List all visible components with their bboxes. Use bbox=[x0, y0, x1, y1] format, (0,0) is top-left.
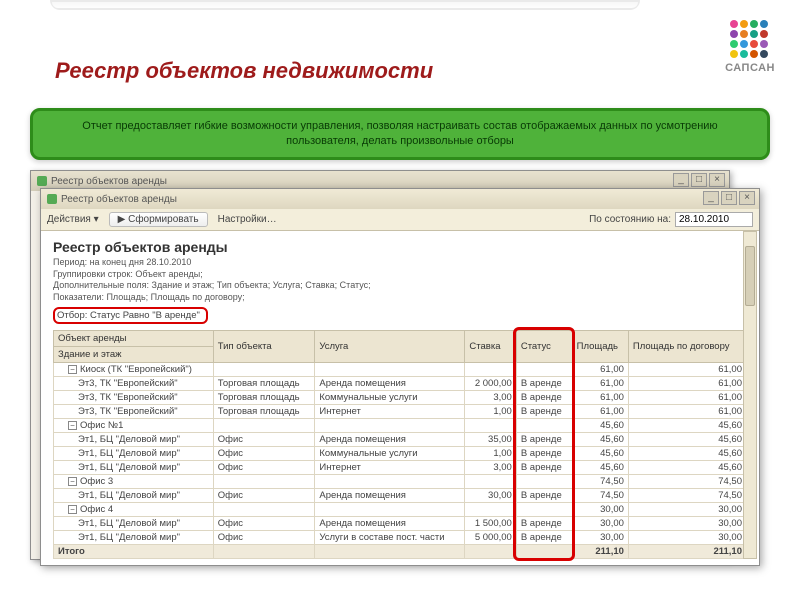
foreground-window: Реестр объектов аренды _ □ × Действия ▾ … bbox=[40, 188, 760, 566]
table-row[interactable]: Эт3, ТК "Европейский"Торговая площадьАре… bbox=[54, 376, 747, 390]
table-row[interactable]: −Офис 430,0030,00 bbox=[54, 502, 747, 516]
report-period: Период: на конец дня 28.10.2010 bbox=[53, 257, 747, 269]
maximize-button[interactable]: □ bbox=[721, 191, 737, 205]
filter-value: Статус Равно "В аренде" bbox=[90, 310, 200, 321]
filter-label: Отбор: bbox=[57, 310, 87, 321]
table-row[interactable]: −Офис 374,5074,50 bbox=[54, 474, 747, 488]
table-row[interactable]: Эт1, БЦ "Деловой мир"ОфисАренда помещени… bbox=[54, 488, 747, 502]
window-title: Реестр объектов аренды bbox=[61, 194, 177, 205]
table-row[interactable]: Итого211,10211,10 bbox=[54, 544, 747, 558]
tree-toggle[interactable]: − bbox=[68, 421, 77, 430]
generate-button-label: Сформировать bbox=[128, 214, 199, 225]
close-button[interactable]: × bbox=[709, 173, 725, 187]
actions-menu[interactable]: Действия ▾ bbox=[47, 214, 99, 225]
maximize-button[interactable]: □ bbox=[691, 173, 707, 187]
report-heading: Реестр объектов аренды bbox=[53, 239, 747, 255]
window-titlebar[interactable]: Реестр объектов аренды _ □ × bbox=[41, 189, 759, 209]
settings-menu[interactable]: Настройки… bbox=[218, 214, 277, 225]
report-grouping: Группировки строк: Объект аренды; bbox=[53, 269, 747, 281]
toolbar: Действия ▾ ▶ Сформировать Настройки… По … bbox=[41, 209, 759, 231]
date-input[interactable] bbox=[675, 212, 753, 227]
col-type[interactable]: Тип объекта bbox=[213, 330, 315, 362]
col-status[interactable]: Статус bbox=[516, 330, 572, 362]
filter-highlight: Отбор: Статус Равно "В аренде" bbox=[53, 307, 208, 324]
col-building-floor[interactable]: Здание и этаж bbox=[54, 346, 214, 362]
app-icon bbox=[37, 176, 47, 186]
table-row[interactable]: Эт1, БЦ "Деловой мир"ОфисАренда помещени… bbox=[54, 516, 747, 530]
table-row[interactable]: −Киоск (ТК "Европейский")61,0061,00 bbox=[54, 362, 747, 376]
minimize-button[interactable]: _ bbox=[703, 191, 719, 205]
tree-toggle[interactable]: − bbox=[68, 477, 77, 486]
col-area-contract[interactable]: Площадь по договору bbox=[628, 330, 746, 362]
table-row[interactable]: −Офис №145,6045,60 bbox=[54, 418, 747, 432]
date-label: По состоянию на: bbox=[589, 214, 671, 225]
report-body: Реестр объектов аренды Период: на конец … bbox=[41, 231, 759, 565]
col-area[interactable]: Площадь bbox=[572, 330, 628, 362]
tree-toggle[interactable]: − bbox=[68, 505, 77, 514]
scrollbar-thumb[interactable] bbox=[745, 246, 755, 306]
table-row[interactable]: Эт1, БЦ "Деловой мир"ОфисКоммунальные ус… bbox=[54, 446, 747, 460]
tree-toggle[interactable]: − bbox=[68, 365, 77, 374]
slide-title: Реестр объектов недвижимости bbox=[55, 58, 433, 84]
table-row[interactable]: Эт3, ТК "Европейский"Торговая площадьИнт… bbox=[54, 404, 747, 418]
brand-name: САПСАН bbox=[725, 62, 775, 74]
report-extra-fields: Дополнительные поля: Здание и этаж; Тип … bbox=[53, 280, 747, 292]
report-grid: Объект аренды Тип объекта Услуга Ставка … bbox=[53, 330, 747, 559]
description-banner: Отчет предоставляет гибкие возможности у… bbox=[30, 108, 770, 160]
app-icon bbox=[47, 194, 57, 204]
table-row[interactable]: Эт1, БЦ "Деловой мир"ОфисУслуги в состав… bbox=[54, 530, 747, 544]
generate-button[interactable]: ▶ Сформировать bbox=[109, 212, 208, 227]
vertical-scrollbar[interactable] bbox=[743, 231, 757, 559]
close-button[interactable]: × bbox=[739, 191, 755, 205]
col-object[interactable]: Объект аренды bbox=[54, 330, 214, 346]
brand-logo: САПСАН bbox=[725, 20, 775, 74]
report-indicators: Показатели: Площадь; Площадь по договору… bbox=[53, 292, 747, 304]
decor-top-bar bbox=[0, 0, 800, 28]
bg-window-title: Реестр объектов аренды bbox=[51, 176, 167, 187]
minimize-button[interactable]: _ bbox=[673, 173, 689, 187]
table-row[interactable]: Эт1, БЦ "Деловой мир"ОфисАренда помещени… bbox=[54, 432, 747, 446]
col-rate[interactable]: Ставка bbox=[465, 330, 516, 362]
col-service[interactable]: Услуга bbox=[315, 330, 465, 362]
table-row[interactable]: Эт1, БЦ "Деловой мир"ОфисИнтернет3,00В а… bbox=[54, 460, 747, 474]
table-row[interactable]: Эт3, ТК "Европейский"Торговая площадьКом… bbox=[54, 390, 747, 404]
